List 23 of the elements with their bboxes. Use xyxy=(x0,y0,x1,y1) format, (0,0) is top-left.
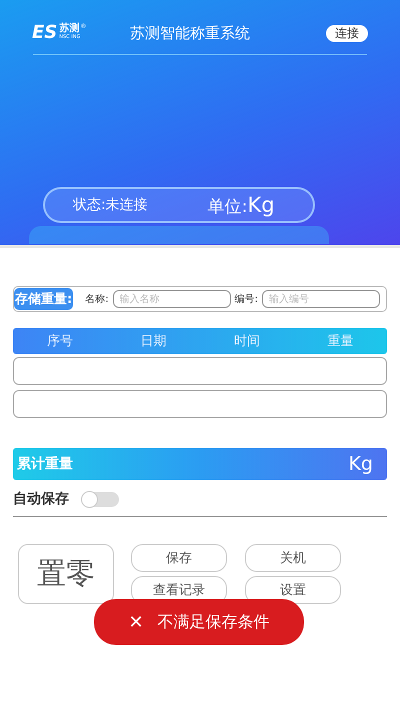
total-label: 累计重量 xyxy=(17,455,73,473)
zero-button[interactable]: 置零 xyxy=(18,544,114,604)
unit-text: 单位:Kg xyxy=(208,192,275,218)
action-button[interactable]: 保存 xyxy=(131,544,227,572)
column-header: 日期 xyxy=(139,333,168,350)
column-header: 时间 xyxy=(232,333,261,350)
auto-save-switch[interactable] xyxy=(81,492,119,506)
total-unit: Kg xyxy=(348,453,373,475)
code-field[interactable]: 输入编号 xyxy=(262,290,380,308)
code-label: 编号: xyxy=(234,292,258,306)
name-label: 名称: xyxy=(85,293,109,306)
close-icon: ✕ xyxy=(128,612,144,632)
column-header: 重量 xyxy=(326,333,354,350)
connect-button[interactable]: 连接 xyxy=(326,24,368,42)
toast-message: 不满足保存条件 xyxy=(158,612,270,632)
status-text: 状态:未连接 xyxy=(73,196,148,214)
auto-save-label: 自动保存 xyxy=(13,490,69,508)
storage-label: 存储重量: xyxy=(14,288,74,310)
action-button[interactable]: 关机 xyxy=(245,544,341,572)
app-title: 苏测智能称重系统 xyxy=(130,24,251,42)
action-button[interactable]: 设置 xyxy=(245,576,341,604)
name-field[interactable]: 输入名称 xyxy=(112,290,231,308)
column-header: 序号 xyxy=(46,333,74,350)
